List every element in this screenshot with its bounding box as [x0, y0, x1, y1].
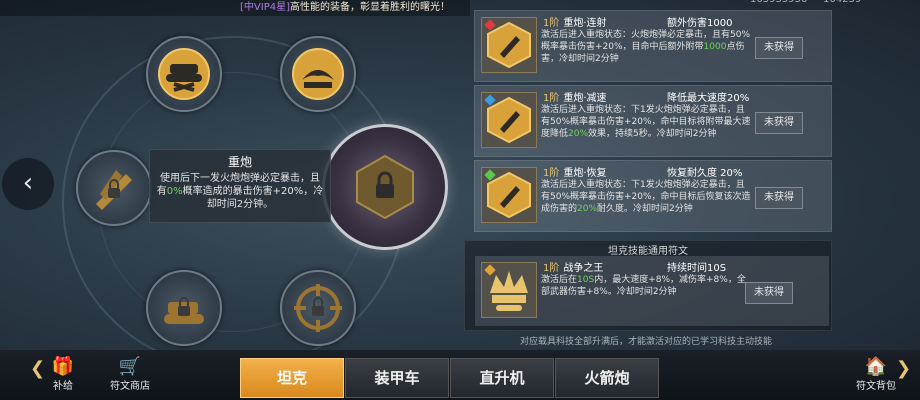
ticker-vip: [中VIP4星] [240, 2, 290, 13]
rune-card: 1阶 重炮·减速 降低最大速度20% 激活后进入重炮状态：下1发火炮炮弹必定暴击，… [474, 85, 832, 157]
chevron-left-icon: ‹ [22, 168, 34, 198]
rune-desc-highlight: 1000 [703, 42, 727, 52]
cannon-lock-icon [356, 154, 414, 220]
currency-right: 104259 [823, 0, 861, 5]
tank-wrench-icon [158, 48, 210, 100]
supply-button[interactable]: 🎁 补给 [46, 356, 80, 392]
rune-name: 战争之王 [563, 263, 604, 274]
rune-card: 1阶 重炮·恢复 恢复耐久度 20% 激活后进入重炮状态：下1发火炮炮弹必定暴击，… [474, 160, 832, 232]
tab-armored-car[interactable]: 装甲车 [345, 358, 449, 398]
rune-icon [481, 92, 537, 148]
rune-level: 1阶 [543, 168, 560, 179]
rune-desc-highlight: 20% [577, 204, 598, 214]
ticker-message: 高性能的装备，彰显着胜利的曙光！ [290, 2, 450, 13]
skill-tooltip: 重炮 使用后下一发火炮炮弹必定暴击，且有0%概率造成的暴击伤害+20%，冷却时间… [149, 149, 331, 223]
rune-desc-highlight: 10S [577, 275, 595, 285]
not-obtained-button[interactable]: 未获得 [755, 112, 803, 134]
bag-icon: 🏠 [864, 356, 888, 377]
rune-title: 1阶 战争之王 [543, 259, 603, 274]
tab-tank[interactable]: 坦克 [240, 358, 344, 398]
tooltip-body-post: 概率造成的暴击伤害+20%，冷却时间2分钟。 [182, 186, 324, 210]
rune-card: 1阶 战争之王 持续时间10S 激活后在10S内，最大速度+8%，减伤率+8%，全… [475, 256, 829, 326]
rune-bag-button[interactable]: 🏠 符文背包 [850, 356, 902, 392]
wheel-node-target[interactable] [280, 270, 356, 346]
gift-box-icon: 🎁 [51, 356, 75, 377]
tab-rocket-artillery[interactable]: 火箭炮 [555, 358, 659, 398]
top-currency: 163933936 104259 [750, 0, 861, 5]
rune-icon [481, 17, 537, 73]
rune-name: 重炮·减速 [563, 93, 607, 104]
rune-desc-post: 耐久度。冷却时间2分钟 [597, 204, 693, 214]
crosshair-lock-icon [294, 284, 342, 332]
news-ticker: [中VIP4星]高性能的装备，彰显着胜利的曙光！ [0, 0, 470, 16]
tooltip-body: 使用后下一发火炮炮弹必定暴击，且有0%概率造成的暴击伤害+20%，冷却时间2分钟… [150, 170, 330, 213]
common-rune-section: 坦克技能通用符文 1阶 战争之王 持续时间10S 激活后在10S内，最大速度+8%… [464, 240, 832, 331]
currency-left: 163933936 [750, 0, 807, 5]
tooltip-title: 重炮 [227, 155, 252, 169]
wheel-node-tank-eagle[interactable] [280, 36, 356, 112]
wheel-node-tank-locked[interactable] [146, 270, 222, 346]
rune-desc-pre: 激活后在 [541, 275, 578, 285]
rune-desc: 激活后进入重炮状态：下1发火炮炮弹必定暴击，且有50%概率暴击伤害+20%，命中… [541, 179, 753, 215]
rune-stat: 持续时间10S [667, 263, 727, 274]
selected-skill-node[interactable] [322, 124, 448, 250]
rune-shop-button[interactable]: 🛒 符文商店 [104, 356, 156, 392]
rune-desc-highlight: 20% [568, 129, 589, 139]
wheel-node-tank-repair[interactable] [146, 36, 222, 112]
common-rune-header: 坦克技能通用符文 [608, 246, 688, 257]
rune-shop-label: 符文商店 [110, 381, 150, 392]
rune-level: 1阶 [543, 263, 560, 274]
rune-level: 1阶 [543, 18, 560, 29]
rune-name: 重炮·连射 [563, 18, 607, 29]
rune-bag-label: 符文背包 [856, 381, 896, 392]
rocket-lock-icon [96, 170, 132, 210]
rune-title: 1阶 重炮·减速 [543, 89, 607, 104]
rune-card: 1阶 重炮·连射 额外伤害1000 激活后进入重炮状态：火炮炮弹必定暴击，且有50… [474, 10, 832, 82]
rune-stat: 额外伤害1000 [667, 18, 733, 29]
wheel-node-rockets[interactable] [76, 150, 152, 226]
rune-name: 重炮·恢复 [563, 168, 607, 179]
tank-lock-icon [164, 297, 204, 324]
not-obtained-button[interactable]: 未获得 [755, 37, 803, 59]
supply-label: 补给 [53, 381, 73, 392]
chevron-right-icon[interactable]: ❯ [896, 358, 911, 379]
cart-icon: 🛒 [118, 356, 142, 377]
not-obtained-button[interactable]: 未获得 [745, 282, 793, 304]
rune-stat: 降低最大速度20% [667, 93, 750, 104]
rune-level: 1阶 [543, 93, 560, 104]
eagle-icon [292, 48, 344, 100]
rune-title: 1阶 重炮·恢复 [543, 164, 607, 179]
rune-desc-post: 效果，持续5秒。冷却时间2分钟 [588, 129, 717, 139]
not-obtained-button[interactable]: 未获得 [755, 187, 803, 209]
rune-desc: 激活后进入重炮状态：下1发火炮炮弹必定暴击，且有50%概率暴击伤害+20%，命中… [541, 104, 753, 140]
tab-helicopter[interactable]: 直升机 [450, 358, 554, 398]
back-button[interactable]: ‹ [2, 158, 54, 210]
footnote: 对应载具科技全部升满后，才能激活对应的已学习科技主动技能 [520, 337, 773, 347]
rune-desc: 激活后进入重炮状态：火炮炮弹必定暴击，且有50%概率暴击伤害+20%，目命中后额… [541, 29, 753, 65]
rune-stat: 恢复耐久度 20% [667, 168, 743, 179]
tooltip-body-pct: 0% [166, 186, 183, 197]
rune-icon [481, 167, 537, 223]
rune-desc: 激活后在10S内，最大速度+8%，减伤率+8%，全部武器伤害+8%。冷却时间2分… [541, 274, 753, 298]
rune-icon [481, 262, 537, 318]
rune-title: 1阶 重炮·连射 [543, 14, 607, 29]
chevron-left-icon[interactable]: ❮ [30, 358, 45, 379]
